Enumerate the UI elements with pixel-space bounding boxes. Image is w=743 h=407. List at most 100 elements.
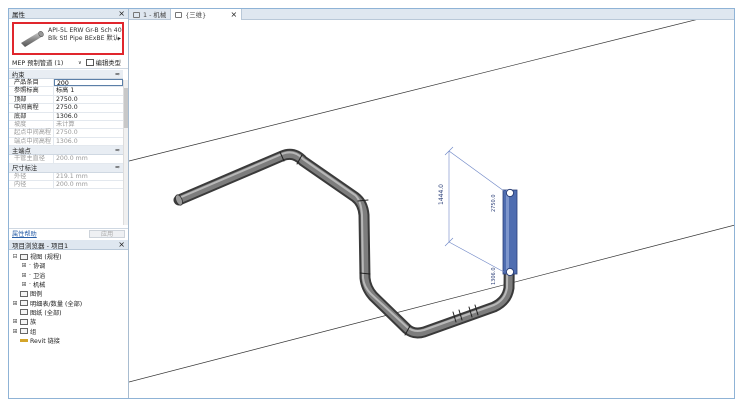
edit-type-icon [85, 59, 94, 66]
property-value: 1306.0 [56, 137, 78, 145]
revit-link-icon [20, 338, 28, 342]
property-value[interactable]: 2750.0 [54, 96, 123, 103]
browser-tree-node[interactable]: ⊞ 明细表/数量 (全部) [9, 298, 128, 308]
property-key: 底部 [9, 112, 54, 120]
pipe-run[interactable] [173, 148, 516, 339]
expand-icon[interactable]: ⊞ [12, 318, 18, 325]
collapse-icon[interactable]: ≈ [115, 164, 120, 171]
property-value: 未计算 [56, 120, 75, 128]
browser-tree-node[interactable]: ⊞ · 协调 [9, 261, 128, 270]
tab-mechanical[interactable]: 1 - 机械 [129, 9, 170, 20]
property-key: 顶部 [9, 95, 54, 104]
browser-node-label: 机械 [32, 282, 46, 290]
browser-tree-node[interactable]: ⊟ 视图 (规程) [9, 252, 128, 261]
property-key: 坡度 [9, 120, 54, 129]
viewport-drawing: 2750.0 1306.0 1444.0 [129, 20, 734, 383]
property-value[interactable]: 1306.0 [54, 113, 123, 120]
type-scroll-icon[interactable]: ▸ [118, 35, 121, 42]
browser-tree-node[interactable]: ⊞ 族 [9, 317, 128, 326]
close-icon[interactable]: × [118, 9, 125, 18]
close-icon[interactable]: × [231, 10, 238, 19]
pipe-type-icon [19, 29, 45, 49]
apply-button[interactable]: 应用 [89, 229, 125, 238]
tree-dot: · [29, 281, 31, 289]
property-row[interactable]: 内径 200.0 mm [9, 180, 123, 190]
browser-tree-node[interactable]: ⊞ · 卫浴 [9, 271, 128, 280]
property-key: 产品条目 [9, 79, 54, 87]
collapse-icon[interactable]: ⊟ [12, 253, 18, 260]
browser-tree-node[interactable]: 图例 [9, 289, 128, 298]
property-row[interactable]: 外径 219.1 mm [9, 172, 123, 181]
property-value: 2750.0 [56, 129, 78, 137]
properties-title-bar: 属性 × [9, 9, 128, 19]
expand-icon[interactable]: ⊞ [12, 328, 18, 335]
expand-icon[interactable]: ⊞ [21, 262, 27, 269]
type-preview-box[interactable]: API-5L ERW Gr-B Sch 40 Blk Stl Pipe BExB… [12, 22, 124, 55]
scrollbar-thumb[interactable] [124, 88, 128, 128]
property-row[interactable]: 参照标高 标高 1 [9, 87, 123, 96]
property-key: 端点中间高程 [9, 137, 54, 146]
browser-node-label: 明细表/数量 (全部) [30, 300, 83, 308]
property-value: 200.0 mm [56, 180, 88, 188]
browser-tree-node[interactable]: ⊞ 组 [9, 326, 128, 336]
browser-title: 项目浏览器 - 项目1 [12, 241, 69, 250]
endpoint-grip-bottom[interactable] [505, 267, 515, 277]
browser-tree-node[interactable]: ⊞ · 机械 [9, 280, 128, 289]
collapse-icon[interactable]: ≈ [115, 147, 120, 154]
properties-scrollbar[interactable] [123, 80, 128, 225]
tab-3d[interactable]: {三维} × [170, 9, 243, 20]
type-selector[interactable]: MEP 预制管道 (1) [12, 58, 78, 67]
collapse-icon[interactable]: ≈ [115, 71, 120, 78]
level-line-upper [129, 20, 697, 162]
section-label: 主端点 [12, 147, 31, 155]
property-key: 起点中间高程 [9, 129, 54, 137]
property-section-header[interactable]: 约束 ≈ [9, 70, 123, 79]
browser-node-label: 协调 [32, 263, 46, 271]
selected-pipe-segment[interactable]: 2750.0 1306.0 [491, 188, 518, 285]
chevron-down-icon[interactable]: ∨ [78, 60, 82, 66]
folder-icon [20, 300, 28, 307]
property-value[interactable]: 标高 1 [54, 87, 123, 94]
browser-node-label: 卫浴 [32, 272, 46, 280]
property-row[interactable]: 中间高程 2750.0 [9, 104, 123, 113]
property-key: 内径 [9, 180, 54, 189]
folder-icon [20, 309, 28, 316]
properties-title: 属性 [12, 10, 25, 19]
tab-3d-content: {三维} [175, 10, 206, 19]
top-elevation-tag: 2750.0 [491, 195, 497, 213]
project-browser: 项目浏览器 - 项目1 × ⊟ 视图 (规程) ⊞ · 协调 ⊞ · 卫浴 ⊞ · 机械 图例 ⊞ 明细表… [9, 240, 128, 345]
property-key: 外径 [9, 172, 54, 180]
property-row[interactable]: 起点中间高程 2750.0 [9, 129, 123, 138]
property-section-header[interactable]: 主端点 ≈ [9, 146, 123, 156]
browser-node-label: 视图 (规程) [30, 254, 62, 262]
property-row[interactable]: 底部 1306.0 [9, 112, 123, 121]
property-value-input[interactable]: 200 [54, 79, 123, 87]
folder-icon [20, 290, 28, 297]
browser-tree: ⊟ 视图 (规程) ⊞ · 协调 ⊞ · 卫浴 ⊞ · 机械 图例 ⊞ 明细表/数量 (全部) 图纸 (全部… [9, 250, 128, 345]
3d-viewport[interactable]: 2750.0 1306.0 1444.0 [129, 20, 734, 398]
property-value[interactable]: 2750.0 [54, 104, 123, 111]
folder-icon [20, 253, 28, 260]
dimension-value[interactable]: 1444.0 [438, 184, 445, 205]
endpoint-grip-top[interactable] [505, 188, 515, 198]
property-section-header[interactable]: 尺寸标注 ≈ [9, 163, 123, 173]
property-row[interactable]: 顶部 2750.0 [9, 95, 123, 105]
expand-icon[interactable]: ⊞ [12, 300, 18, 307]
expand-icon[interactable]: ⊞ [21, 281, 27, 288]
properties-table: 约束 ≈ 产品条目 200 参照标高 标高 1 顶部 2750.0 中间高程 2750.0 底部 13… [9, 70, 123, 190]
plan-view-icon [133, 11, 140, 18]
properties-footer: 属性帮助 应用 [9, 228, 128, 238]
browser-tree-node[interactable]: Revit 链接 [9, 336, 128, 345]
browser-tree-node[interactable]: 图纸 (全部) [9, 308, 128, 317]
property-key: 参照标高 [9, 87, 54, 95]
properties-help-link[interactable]: 属性帮助 [12, 229, 37, 238]
property-value: 219.1 mm [56, 172, 88, 180]
browser-title-bar: 项目浏览器 - 项目1 × [9, 240, 128, 250]
expand-icon[interactable]: ⊞ [21, 272, 27, 279]
close-icon[interactable]: × [118, 240, 125, 249]
tree-dot: · [29, 271, 31, 279]
section-label: 尺寸标注 [12, 165, 38, 173]
edit-type-label: 编辑类型 [95, 60, 121, 67]
property-value: 200.0 mm [56, 155, 88, 163]
edit-type-button[interactable]: 编辑类型 [85, 58, 121, 67]
